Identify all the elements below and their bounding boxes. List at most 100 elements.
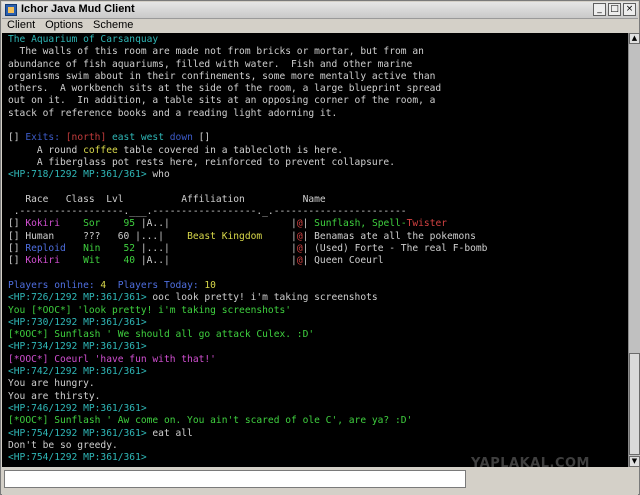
terminal-line: others. A workbench sits at the side of … bbox=[8, 83, 622, 95]
terminal-text: <HP:754/1292 MP:361/361> bbox=[8, 452, 147, 464]
terminal-text: Twister bbox=[406, 218, 448, 230]
terminal-line: [] Reploid Nin 52 |...| |@| (Used) Forte… bbox=[8, 243, 622, 255]
terminal-text: A fiberglass pot rests here, reinforced … bbox=[8, 156, 395, 168]
terminal-text: <HP:726/1292 MP:361/361> bbox=[8, 292, 147, 304]
terminal-text: 40 bbox=[123, 255, 136, 267]
terminal-line: <HP:718/1292 MP:361/361> who bbox=[8, 169, 622, 181]
terminal-text: Don't be so greedy. bbox=[8, 439, 118, 451]
terminal-line: [] Kokiri Sor 95 |A..| |@| Sunflash, Spe… bbox=[8, 218, 622, 230]
terminal-text: Kokiri bbox=[25, 255, 60, 267]
menu-options[interactable]: Options bbox=[40, 19, 88, 32]
terminal-text: ooc look pretty! i'm taking screenshots bbox=[146, 292, 378, 304]
terminal-scrollbar[interactable]: ▲ ▼ bbox=[628, 33, 640, 467]
mud-output-terminal[interactable]: The Aquarium of Carsanquay The walls of … bbox=[2, 33, 628, 467]
minimize-button[interactable]: _ bbox=[593, 3, 606, 16]
terminal-text: [] bbox=[192, 132, 211, 144]
terminal-text: |A..| | bbox=[135, 218, 297, 230]
terminal-text: <HP:746/1292 MP:361/361> bbox=[8, 402, 147, 414]
terminal-text: | (Used) Forte - The real F-bomb bbox=[302, 243, 488, 255]
terminal-line: The Aquarium of Carsanquay bbox=[8, 34, 622, 46]
terminal-line: <HP:726/1292 MP:361/361> ooc look pretty… bbox=[8, 292, 622, 304]
terminal-text: table covered in a tablecloth is here. bbox=[117, 144, 344, 156]
terminal-text: | bbox=[302, 218, 315, 230]
maximize-button[interactable]: □ bbox=[608, 3, 621, 16]
terminal-text: Kokiri bbox=[25, 218, 60, 230]
terminal-text: [] bbox=[8, 132, 26, 144]
terminal-line: <HP:730/1292 MP:361/361> bbox=[8, 317, 622, 329]
terminal-line: <HP:754/1292 MP:361/361> eat all bbox=[8, 428, 622, 440]
terminal-text: who bbox=[146, 169, 170, 181]
terminal-text: down bbox=[169, 132, 193, 144]
terminal-line: Players online: 4 Players Today: 10 bbox=[8, 280, 622, 292]
terminal-text: Sunflash, bbox=[314, 218, 372, 230]
terminal-line: .------------------.___.----------------… bbox=[8, 206, 622, 218]
terminal-text: Reploid bbox=[25, 243, 66, 255]
terminal-text: <HP:754/1292 MP:361/361> bbox=[8, 427, 147, 439]
terminal-text: <HP:742/1292 MP:361/361> bbox=[8, 366, 147, 378]
terminal-text: A round bbox=[8, 144, 84, 156]
terminal-text: 52 bbox=[123, 243, 136, 255]
terminal-line: Don't be so greedy. bbox=[8, 440, 622, 452]
terminal-text: Players Today: bbox=[106, 279, 205, 291]
terminal-text: Sor bbox=[83, 218, 101, 230]
terminal-line: The walls of this room are made not from… bbox=[8, 46, 622, 58]
terminal-line: [] Kokiri Wit 40 |A..| |@| Queen Coeurl bbox=[8, 255, 622, 267]
title-bar[interactable]: Ichor Java Mud Client _ □ × bbox=[2, 2, 638, 19]
terminal-line: [] Exits: [north] east west down [] bbox=[8, 132, 622, 144]
close-button[interactable]: × bbox=[623, 3, 636, 16]
terminal-line: out on it. In addition, a table sits at … bbox=[8, 95, 622, 107]
terminal-text: east west bbox=[112, 132, 170, 144]
window-title: Ichor Java Mud Client bbox=[21, 3, 135, 15]
terminal-text: eat all bbox=[146, 427, 193, 439]
command-input-area bbox=[2, 467, 638, 495]
terminal-text: <HP:718/1292 MP:361/361> bbox=[8, 169, 147, 181]
terminal-text: | Benamas ate all the pokemons bbox=[302, 230, 476, 242]
terminal-text: north bbox=[71, 132, 101, 144]
terminal-text: Wit bbox=[83, 255, 101, 267]
command-input[interactable] bbox=[4, 470, 466, 488]
java-app-icon bbox=[5, 4, 17, 16]
terminal-text: organisms swim about in their confinemen… bbox=[8, 70, 436, 82]
terminal-text: The walls of this room are made not from… bbox=[8, 46, 424, 58]
watermark-logo: YAPLAKAL.COM bbox=[471, 456, 590, 471]
terminal-text: You are thirsty. bbox=[8, 390, 101, 402]
terminal-text: You [*OOC*] 'look pretty! i'm taking scr… bbox=[8, 304, 292, 316]
terminal-text: |A..| | bbox=[135, 255, 297, 267]
terminal-line: You [*OOC*] 'look pretty! i'm taking scr… bbox=[8, 305, 622, 317]
scroll-thumb[interactable] bbox=[629, 353, 640, 455]
terminal-line: [*OOC*] Sunflash ' Aw come on. You ain't… bbox=[8, 415, 622, 427]
terminal-text: [] bbox=[8, 255, 26, 267]
terminal-text: [] bbox=[8, 218, 26, 230]
terminal-line: abundance of fish aquariums, filled with… bbox=[8, 59, 622, 71]
terminal-text: [*OOC*] Sunflash ' Aw come on. You ain't… bbox=[8, 415, 413, 427]
terminal-text: ] bbox=[100, 132, 112, 144]
scroll-down-arrow-icon[interactable]: ▼ bbox=[629, 456, 640, 467]
terminal-line: Race Class Lvl Affiliation Name bbox=[8, 194, 622, 206]
terminal-text: Race Class Lvl Affiliation Name bbox=[8, 193, 326, 205]
terminal-text: Exits: bbox=[25, 132, 66, 144]
app-window: Ichor Java Mud Client _ □ × Client Optio… bbox=[0, 0, 640, 495]
terminal-text: Spell- bbox=[371, 218, 407, 230]
menu-scheme[interactable]: Scheme bbox=[88, 19, 138, 32]
terminal-text: | Queen Coeurl bbox=[302, 255, 384, 267]
terminal-line: You are hungry. bbox=[8, 378, 622, 390]
terminal-text: out on it. In addition, a table sits at … bbox=[8, 95, 436, 107]
scroll-up-arrow-icon[interactable]: ▲ bbox=[629, 33, 640, 44]
terminal-text: stack of reference books and a reading l… bbox=[8, 107, 338, 119]
terminal-text: 10 bbox=[204, 279, 216, 291]
terminal-text: <HP:734/1292 MP:361/361> bbox=[8, 341, 147, 353]
menu-client[interactable]: Client bbox=[2, 19, 40, 32]
terminal-line: [*OOC*] Sunflash ' We should all go atta… bbox=[8, 329, 622, 341]
terminal-text: coffee bbox=[83, 144, 118, 156]
terminal-text: [*OOC*] Sunflash ' We should all go atta… bbox=[8, 329, 315, 341]
terminal-text: |...| | bbox=[135, 243, 297, 255]
window-controls: _ □ × bbox=[593, 3, 636, 16]
terminal-text: others. A workbench sits at the side of … bbox=[8, 83, 442, 95]
terminal-line: organisms swim about in their confinemen… bbox=[8, 71, 622, 83]
